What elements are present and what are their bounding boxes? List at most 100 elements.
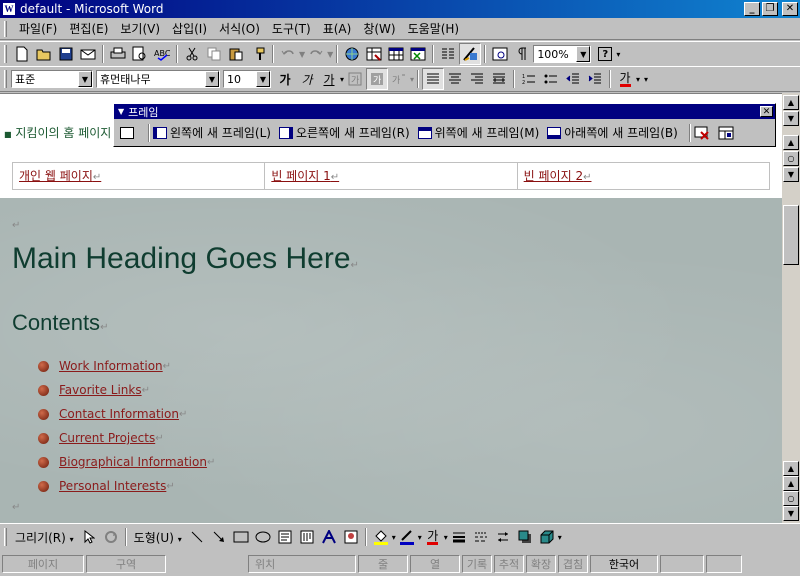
menu-edit[interactable]: 편집(E) — [63, 20, 114, 37]
vertical-text-box-icon[interactable] — [296, 526, 318, 548]
menu-format[interactable]: 서식(O) — [213, 20, 266, 37]
close-button[interactable]: ✕ — [782, 2, 798, 16]
columns-icon[interactable] — [437, 43, 459, 65]
minimize-button[interactable]: _ — [744, 2, 760, 16]
copy-icon[interactable] — [203, 43, 225, 65]
zoom-combo[interactable]: 100% ▼ — [533, 45, 592, 63]
table-of-contents-frame-button[interactable] — [120, 126, 137, 139]
line-style-icon[interactable] — [448, 526, 470, 548]
char-scale-icon[interactable]: 가 — [388, 68, 410, 90]
align-center-icon[interactable] — [444, 68, 466, 90]
toolbar-more-icon[interactable]: ▾ — [558, 533, 562, 542]
style-combo[interactable]: 표준 ▼ — [11, 70, 93, 88]
email-icon[interactable] — [77, 43, 99, 65]
scroll-down-icon[interactable]: ▼ — [783, 111, 799, 126]
select-objects-icon[interactable] — [78, 526, 100, 548]
numbering-icon[interactable]: 12 — [518, 68, 540, 90]
toc-link[interactable]: Personal Interests — [59, 479, 166, 493]
status-ovr[interactable]: 겹침 — [558, 555, 588, 573]
toolbar-menu-icon[interactable]: ▼ — [118, 107, 124, 116]
open-folder-icon[interactable] — [33, 43, 55, 65]
nav-link-blank-1[interactable]: 빈 페이지 1↵ — [265, 163, 518, 189]
wordart-icon[interactable] — [318, 526, 340, 548]
nav-link-blank-2[interactable]: 빈 페이지 2↵ — [518, 163, 769, 189]
toolbar-more-icon[interactable]: ▾ — [644, 75, 648, 84]
select-browse-object-icon[interactable]: ○ — [783, 151, 799, 166]
line-color-icon[interactable] — [396, 526, 418, 548]
distribute-icon[interactable] — [488, 68, 510, 90]
next-page-icon[interactable]: ▼ — [783, 167, 799, 182]
new-frame-below-button[interactable]: 아래쪽에 새 프레임(B) — [547, 124, 678, 141]
arrow-tool-icon[interactable] — [208, 526, 230, 548]
shadow-icon[interactable] — [514, 526, 536, 548]
show-hide-marks-icon[interactable] — [511, 43, 533, 65]
main-frame[interactable]: ↵ Main Heading Goes Here↵ Contents↵ Work… — [0, 198, 782, 523]
redo-dropdown-icon[interactable]: ▼ — [327, 50, 333, 59]
toolbar-grip[interactable] — [4, 528, 7, 546]
insert-excel-icon[interactable] — [407, 43, 429, 65]
toolbar-grip[interactable] — [4, 70, 7, 88]
toolbar-more-icon[interactable]: ▾ — [616, 50, 620, 59]
menu-view[interactable]: 보기(V) — [114, 20, 166, 37]
bold-button[interactable]: 가 — [274, 68, 296, 90]
spelling-icon[interactable]: ABC — [151, 43, 173, 65]
vertical-scrollbar[interactable]: ▲ ▼ ▲ ○ ▼ ▲ ▲ ○ ▼ — [782, 93, 800, 523]
scroll-down-icon[interactable]: ▲ — [783, 461, 799, 476]
save-icon[interactable] — [55, 43, 77, 65]
menu-file[interactable]: 파일(F) — [13, 20, 63, 37]
chevron-down-icon[interactable]: ▼ — [205, 71, 219, 87]
select-browse-object-icon[interactable]: ○ — [783, 491, 799, 506]
status-spelling[interactable] — [660, 555, 704, 573]
menu-window[interactable]: 창(W) — [357, 20, 401, 37]
line-tool-icon[interactable] — [186, 526, 208, 548]
draw-font-color-icon[interactable]: 가 — [422, 526, 444, 548]
fill-color-icon[interactable] — [370, 526, 392, 548]
chevron-down-icon[interactable]: ▼ — [576, 46, 591, 62]
new-frame-right-button[interactable]: 오른쪽에 새 프레임(R) — [278, 124, 410, 141]
char-shading-icon[interactable]: 가 — [366, 68, 389, 90]
next-page-icon[interactable]: ▼ — [783, 506, 799, 521]
new-document-icon[interactable] — [11, 43, 33, 65]
close-icon[interactable]: ✕ — [760, 106, 773, 117]
document-area[interactable]: ■ 지킴이의 홈 페이지↵ 개인 웹 페이지↵ 빈 페이지 1↵ 빈 페이지 2… — [0, 93, 782, 523]
draw-menu-button[interactable]: 그리기(R) ▾ — [15, 529, 74, 546]
clip-art-icon[interactable] — [340, 526, 362, 548]
undo-icon[interactable] — [277, 43, 299, 65]
menu-table[interactable]: 표(A) — [317, 20, 358, 37]
toc-link[interactable]: Favorite Links — [59, 383, 142, 397]
restore-button[interactable]: ❐ — [762, 2, 778, 16]
chevron-down-icon[interactable]: ▼ — [256, 71, 270, 87]
align-justify-icon[interactable] — [422, 68, 445, 90]
font-color-dropdown-icon[interactable]: ▾ — [636, 75, 640, 84]
delete-frame-button[interactable] — [694, 126, 710, 140]
drawing-toggle-icon[interactable] — [459, 43, 482, 65]
menu-help[interactable]: 도움말(H) — [402, 20, 466, 37]
word-app-icon[interactable]: W — [2, 2, 16, 16]
oval-tool-icon[interactable] — [252, 526, 274, 548]
free-rotate-icon[interactable] — [100, 526, 122, 548]
bullets-icon[interactable] — [540, 68, 562, 90]
toc-link[interactable]: Biographical Information — [59, 455, 207, 469]
new-frame-above-button[interactable]: 위쪽에 새 프레임(M) — [417, 124, 539, 141]
nav-link-personal[interactable]: 개인 웹 페이지↵ — [13, 163, 266, 189]
prev-page-icon[interactable]: ▲ — [783, 135, 799, 150]
print-icon[interactable] — [107, 43, 129, 65]
print-preview-icon[interactable] — [129, 43, 151, 65]
frame-properties-button[interactable] — [718, 126, 734, 140]
italic-button[interactable]: 가 — [296, 68, 318, 90]
underline-button[interactable]: 가 — [318, 68, 340, 90]
new-frame-left-button[interactable]: 왼쪽에 새 프레임(L) — [153, 124, 271, 141]
toc-link[interactable]: Work Information — [59, 359, 163, 373]
paste-icon[interactable] — [225, 43, 247, 65]
char-scale-dropdown-icon[interactable]: ▾ — [410, 75, 414, 84]
prev-page-icon[interactable]: ▲ — [783, 476, 799, 491]
tables-borders-icon[interactable] — [363, 43, 385, 65]
format-painter-icon[interactable] — [247, 43, 269, 65]
font-color-icon[interactable]: 가 — [614, 68, 636, 90]
toc-link[interactable]: Current Projects — [59, 431, 155, 445]
3d-icon[interactable] — [536, 526, 558, 548]
help-icon[interactable]: ? — [594, 43, 616, 65]
dash-style-icon[interactable] — [470, 526, 492, 548]
char-border-icon[interactable]: 가 — [344, 68, 366, 90]
rectangle-tool-icon[interactable] — [230, 526, 252, 548]
